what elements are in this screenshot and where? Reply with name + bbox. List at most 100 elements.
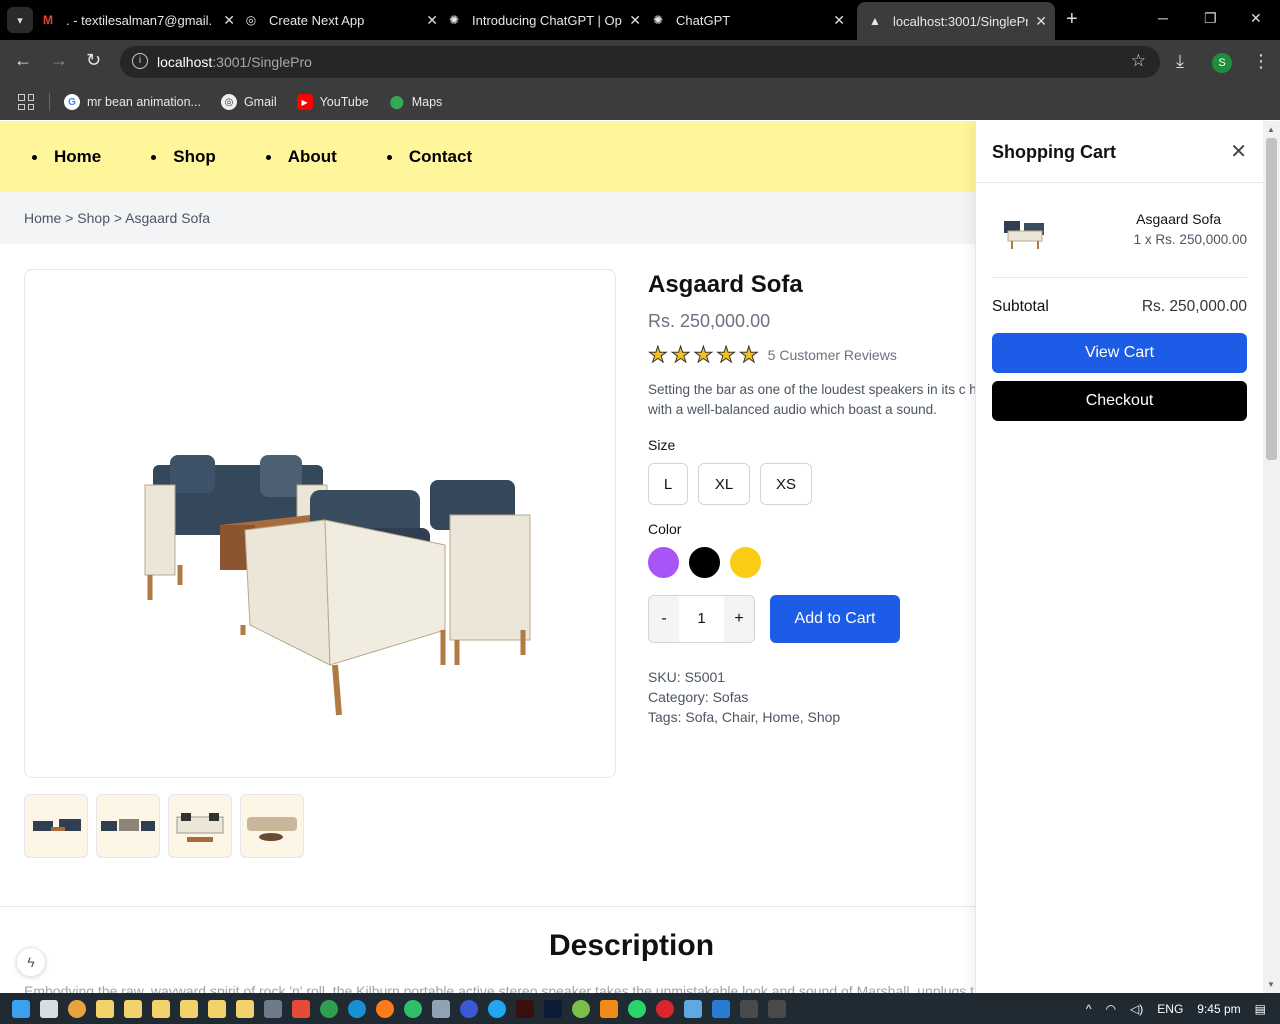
wifi-icon[interactable]: ◠ (1106, 1002, 1116, 1016)
bookmark-gmail[interactable]: ◎ Gmail (220, 94, 277, 110)
new-tab-button[interactable]: + (1066, 8, 1078, 31)
close-tab-icon[interactable]: ✕ (426, 12, 438, 29)
app-icon[interactable] (572, 999, 590, 1018)
close-tab-icon[interactable]: ✕ (223, 12, 235, 29)
bookmark-youtube[interactable]: ▶ YouTube (296, 94, 369, 110)
chrome-icon[interactable] (320, 999, 338, 1018)
breadcrumb[interactable]: Home > Shop > Asgaard Sofa (0, 192, 975, 244)
back-icon[interactable]: ← (14, 50, 32, 71)
nav-contact[interactable]: Contact (386, 147, 472, 167)
color-purple-swatch[interactable] (648, 547, 679, 578)
restore-icon[interactable]: ❐ (1204, 10, 1217, 27)
thumbnail-4[interactable] (240, 794, 304, 858)
color-yellow-swatch[interactable] (730, 547, 761, 578)
bookmark-mr-bean[interactable]: G mr bean animation... (64, 94, 201, 110)
close-tab-icon[interactable]: ✕ (629, 12, 641, 29)
whatsapp-icon[interactable] (628, 999, 646, 1018)
nextjs-dev-indicator-icon[interactable]: ϟ (16, 947, 46, 977)
terminal-icon[interactable] (740, 999, 758, 1018)
nav-home[interactable]: Home (32, 147, 101, 167)
vlc-icon[interactable] (600, 999, 618, 1018)
forward-icon[interactable]: → (50, 50, 68, 71)
bookmark-star-icon[interactable]: ☆ (1131, 51, 1146, 71)
url-path: :3001/SinglePro (212, 54, 312, 70)
opera-icon[interactable] (656, 999, 674, 1018)
address-bar[interactable]: i localhost:3001/SinglePro ☆ (120, 46, 1160, 78)
nav-contact-label[interactable]: Contact (409, 147, 472, 167)
size-xs-button[interactable]: XS (760, 463, 812, 505)
close-icon[interactable]: ✕ (1230, 139, 1247, 164)
folder-icon[interactable] (208, 999, 226, 1018)
site-info-icon[interactable]: i (132, 53, 148, 69)
scroll-up-icon[interactable]: ▲ (1267, 125, 1275, 134)
increase-quantity-button[interactable]: + (724, 596, 754, 642)
color-black-swatch[interactable] (689, 547, 720, 578)
checkout-button[interactable]: Checkout (992, 381, 1247, 421)
file-explorer-icon[interactable] (96, 999, 114, 1018)
photoshop-icon[interactable] (544, 999, 562, 1018)
folder-icon[interactable] (236, 999, 254, 1018)
profile-avatar[interactable]: S (1212, 53, 1232, 73)
edge-icon[interactable] (348, 999, 366, 1018)
nav-shop-label[interactable]: Shop (173, 147, 216, 167)
illustrator-icon[interactable] (516, 999, 534, 1018)
reload-icon[interactable]: ↻ (86, 50, 101, 71)
tab-gmail[interactable]: M . - textilesalman7@gmail. ✕ (40, 0, 243, 40)
thumbnail-3[interactable] (168, 794, 232, 858)
view-cart-button[interactable]: View Cart (992, 333, 1247, 373)
clock[interactable]: 9:45 pm (1197, 1002, 1240, 1016)
close-window-icon[interactable]: ✕ (1250, 10, 1262, 27)
size-xl-button[interactable]: XL (698, 463, 750, 505)
tab-introducing-chatgpt[interactable]: ✺ Introducing ChatGPT | Op ✕ (446, 0, 649, 40)
task-view-icon[interactable] (40, 999, 58, 1018)
calculator-icon[interactable] (264, 999, 282, 1018)
page-scrollbar[interactable]: ▲ ▼ (1263, 121, 1280, 993)
menu-kebab-icon[interactable]: ⋮ (1252, 51, 1270, 72)
nav-about[interactable]: About (265, 147, 337, 167)
terminal-icon[interactable] (768, 999, 786, 1018)
tab-search-button[interactable]: ▾ (7, 7, 33, 33)
gmail-icon: M (43, 13, 53, 27)
vscode-icon[interactable] (712, 999, 730, 1018)
app-icon[interactable] (404, 999, 422, 1018)
app-icon[interactable] (432, 999, 450, 1018)
app-icon[interactable] (684, 999, 702, 1018)
tab-create-next-app[interactable]: ◎ Create Next App ✕ (243, 0, 446, 40)
language-indicator[interactable]: ENG (1157, 1002, 1183, 1016)
minimize-icon[interactable]: ─ (1158, 10, 1168, 26)
volume-icon[interactable]: ◁) (1130, 1002, 1143, 1016)
folder-icon[interactable] (124, 999, 142, 1018)
download-icon[interactable]: ⤓ (1176, 51, 1184, 72)
nav-shop[interactable]: Shop (151, 147, 216, 167)
close-tab-icon[interactable]: ✕ (833, 12, 845, 29)
tab-localhost[interactable]: ▲ localhost:3001/SinglePro ✕ (857, 2, 1055, 40)
nav-home-label[interactable]: Home (54, 147, 101, 167)
scroll-down-icon[interactable]: ▼ (1267, 980, 1275, 989)
product-meta: SKU: S5001 Category: Sofas Tags: Sofa, C… (648, 667, 975, 727)
scrollbar-thumb[interactable] (1266, 138, 1277, 460)
tab-chatgpt[interactable]: ✺ ChatGPT ✕ (650, 0, 853, 40)
windows-start-icon[interactable] (12, 999, 30, 1018)
firefox-icon[interactable] (376, 999, 394, 1018)
folder-icon[interactable] (180, 999, 198, 1018)
decrease-quantity-button[interactable]: - (649, 596, 679, 642)
thumbnail-1[interactable] (24, 794, 88, 858)
app-icon[interactable] (488, 999, 506, 1018)
notifications-icon[interactable]: ▤ (1255, 1002, 1266, 1016)
copilot-icon[interactable] (68, 999, 86, 1018)
bookmark-maps[interactable]: ⬤ Maps (389, 94, 442, 110)
add-to-cart-button[interactable]: Add to Cart (770, 595, 900, 643)
url-text[interactable]: localhost:3001/SinglePro (157, 54, 312, 70)
size-l-button[interactable]: L (648, 463, 688, 505)
app-icon[interactable] (460, 999, 478, 1018)
review-count[interactable]: 5 Customer Reviews (768, 347, 897, 363)
folder-icon[interactable] (152, 999, 170, 1018)
close-tab-icon[interactable]: ✕ (1035, 13, 1047, 30)
quantity-input[interactable]: 1 (679, 596, 724, 642)
product-info: Asgaard Sofa Rs. 250,000.00 ★ ★ ★ ★ ★ 5 … (648, 271, 1046, 727)
apps-grid-icon[interactable] (18, 94, 34, 110)
tray-chevron-icon[interactable]: ^ (1086, 1002, 1092, 1016)
thumbnail-2[interactable] (96, 794, 160, 858)
nav-about-label[interactable]: About (288, 147, 337, 167)
store-icon[interactable] (292, 999, 310, 1018)
